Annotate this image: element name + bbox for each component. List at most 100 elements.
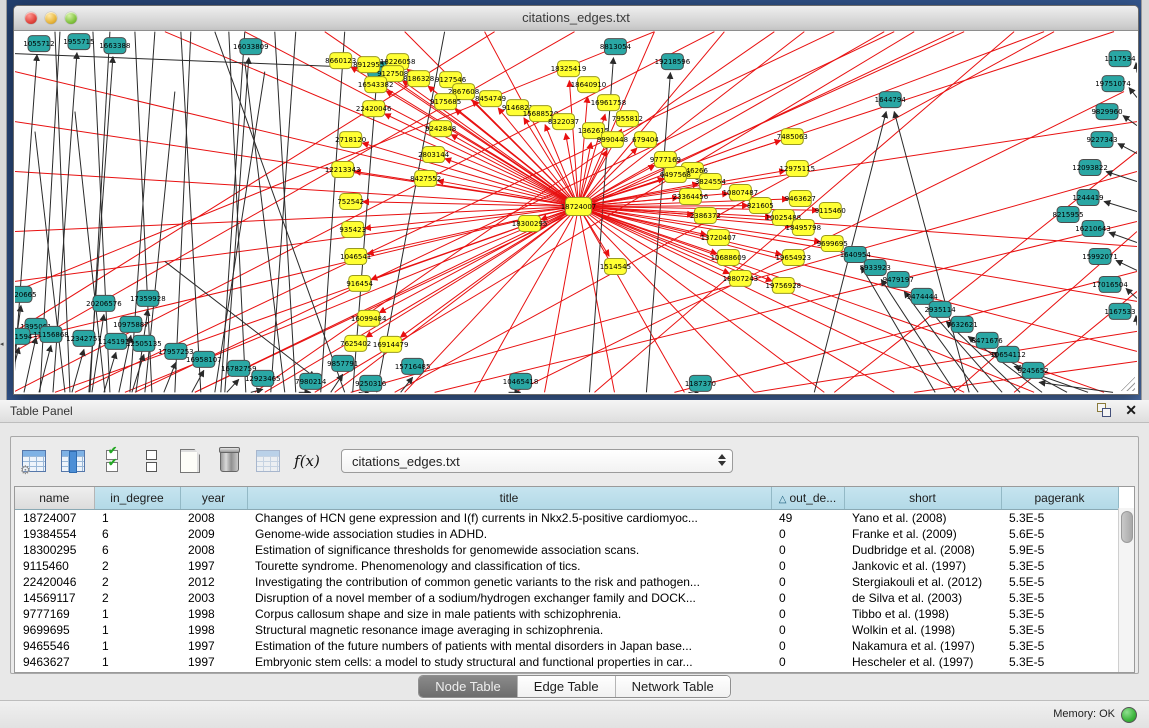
table-cell[interactable]: Stergiakouli et al. (2012) bbox=[844, 574, 1001, 590]
table-cell[interactable]: 9777169 bbox=[15, 606, 94, 622]
table-cell[interactable]: Structural magnetic resonance image aver… bbox=[247, 622, 771, 638]
splitter-collapse-icon[interactable]: ◂ bbox=[0, 340, 4, 348]
table-cell[interactable]: 5.3E-5 bbox=[1001, 638, 1118, 654]
table-cell[interactable]: 5.9E-5 bbox=[1001, 542, 1118, 558]
table-cell[interactable]: 9465546 bbox=[15, 638, 94, 654]
table-cell[interactable]: 0 bbox=[771, 558, 844, 574]
column-header-out_de[interactable]: △out_de... bbox=[771, 487, 844, 510]
table-cell[interactable]: 2008 bbox=[180, 510, 247, 527]
network-graph[interactable]: 1055712195571516633881603380978572248813… bbox=[15, 31, 1137, 393]
table-cell[interactable]: 9115460 bbox=[15, 558, 94, 574]
table-cell[interactable]: 5.5E-5 bbox=[1001, 574, 1118, 590]
new-table-button[interactable] bbox=[175, 446, 205, 476]
table-cell[interactable]: 2 bbox=[94, 574, 180, 590]
table-cell[interactable]: 49 bbox=[771, 510, 844, 527]
tab-edge-table[interactable]: Edge Table bbox=[518, 676, 616, 697]
table-cell[interactable]: 1 bbox=[94, 622, 180, 638]
table-cell[interactable]: Wolkin et al. (1998) bbox=[844, 622, 1001, 638]
network-canvas[interactable]: 1055712195571516633881603380978572248813… bbox=[15, 31, 1137, 393]
table-row[interactable]: 977716911998Corpus callosum shape and si… bbox=[15, 606, 1118, 622]
table-cell[interactable]: 18300295 bbox=[15, 542, 94, 558]
table-cell[interactable]: 2008 bbox=[180, 542, 247, 558]
table-row[interactable]: 1456911722003Disruption of a novel membe… bbox=[15, 590, 1118, 606]
table-cell[interactable]: 0 bbox=[771, 638, 844, 654]
table-row[interactable]: 946554611997Estimation of the future num… bbox=[15, 638, 1118, 654]
scrollbar-thumb[interactable] bbox=[1121, 511, 1133, 543]
table-cell[interactable]: 0 bbox=[771, 526, 844, 542]
table-cell[interactable]: Genome-wide association studies in ADHD. bbox=[247, 526, 771, 542]
table-cell[interactable]: 0 bbox=[771, 542, 844, 558]
table-cell[interactable]: 1998 bbox=[180, 606, 247, 622]
table-cell[interactable]: 9463627 bbox=[15, 654, 94, 670]
table-cell[interactable]: 2 bbox=[94, 590, 180, 606]
column-header-in_degree[interactable]: in_degree bbox=[94, 487, 180, 510]
table-cell[interactable]: 2003 bbox=[180, 590, 247, 606]
table-cell[interactable]: 5.3E-5 bbox=[1001, 558, 1118, 574]
table-row[interactable]: 969969511998Structural magnetic resonanc… bbox=[15, 622, 1118, 638]
table-cell[interactable]: 22420046 bbox=[15, 574, 94, 590]
table-cell[interactable]: 5.3E-5 bbox=[1001, 622, 1118, 638]
memory-status-indicator[interactable] bbox=[1121, 707, 1137, 723]
table-cell[interactable]: 5.3E-5 bbox=[1001, 590, 1118, 606]
table-cell[interactable]: 1997 bbox=[180, 638, 247, 654]
table-cell[interactable]: 6 bbox=[94, 526, 180, 542]
table-cell[interactable]: Franke et al. (2009) bbox=[844, 526, 1001, 542]
table-row[interactable]: 946362711997Embryonic stem cells: a mode… bbox=[15, 654, 1118, 670]
table-cell[interactable]: 5.3E-5 bbox=[1001, 510, 1118, 527]
table-settings-button[interactable]: ⚙ bbox=[19, 446, 49, 476]
table-cell[interactable]: Disruption of a novel member of a sodium… bbox=[247, 590, 771, 606]
table-cell[interactable]: Corpus callosum shape and size in male p… bbox=[247, 606, 771, 622]
table-cell[interactable]: 1 bbox=[94, 510, 180, 527]
table-cell[interactable]: 19384554 bbox=[15, 526, 94, 542]
table-cell[interactable]: 5.3E-5 bbox=[1001, 654, 1118, 670]
merge-cells-button[interactable] bbox=[136, 446, 166, 476]
table-cell[interactable]: 5.3E-5 bbox=[1001, 606, 1118, 622]
table-cell[interactable]: Tourette syndrome. Phenomenology and cla… bbox=[247, 558, 771, 574]
table-cell[interactable]: 1998 bbox=[180, 622, 247, 638]
table-cell[interactable]: 2 bbox=[94, 558, 180, 574]
column-header-pagerank[interactable]: pagerank bbox=[1001, 487, 1118, 510]
table-cell[interactable]: Yano et al. (2008) bbox=[844, 510, 1001, 527]
table-cell[interactable]: Estimation of the future numbers of pati… bbox=[247, 638, 771, 654]
table-cell[interactable]: 2012 bbox=[180, 574, 247, 590]
tab-network-table[interactable]: Network Table bbox=[616, 676, 730, 697]
table-cell[interactable]: 1 bbox=[94, 654, 180, 670]
table-cell[interactable]: Dudbridge et al. (2008) bbox=[844, 542, 1001, 558]
table-row[interactable]: 1938455462009Genome-wide association stu… bbox=[15, 526, 1118, 542]
network-window-titlebar[interactable]: citations_edges.txt bbox=[14, 6, 1138, 31]
column-header-name[interactable]: name bbox=[15, 487, 94, 510]
table-row[interactable]: 1872400712008Changes of HCN gene express… bbox=[15, 510, 1118, 527]
table-cell[interactable]: 0 bbox=[771, 622, 844, 638]
table-row[interactable]: 1830029562008Estimation of significance … bbox=[15, 542, 1118, 558]
table-cell[interactable]: 1 bbox=[94, 638, 180, 654]
table-vertical-scrollbar[interactable] bbox=[1118, 508, 1134, 672]
table-cell[interactable]: Nakamura et al. (1997) bbox=[844, 638, 1001, 654]
table-cell[interactable]: 0 bbox=[771, 654, 844, 670]
function-builder-button[interactable]: f(x) bbox=[292, 446, 322, 476]
tab-node-table[interactable]: Node Table bbox=[419, 676, 518, 697]
table-cell[interactable]: Hescheler et al. (1997) bbox=[844, 654, 1001, 670]
table-cell[interactable]: 1997 bbox=[180, 654, 247, 670]
table-cell[interactable]: 0 bbox=[771, 606, 844, 622]
table-cell[interactable]: Changes of HCN gene expression and I(f) … bbox=[247, 510, 771, 527]
table-cell[interactable]: Estimation of significance thresholds fo… bbox=[247, 542, 771, 558]
table-cell[interactable]: 2009 bbox=[180, 526, 247, 542]
table-cell[interactable]: 14569117 bbox=[15, 590, 94, 606]
table-cell[interactable]: Embryonic stem cells: a model to study s… bbox=[247, 654, 771, 670]
left-splitter[interactable]: ◂ bbox=[0, 0, 7, 400]
table-cell[interactable]: 9699695 bbox=[15, 622, 94, 638]
column-header-short[interactable]: short bbox=[844, 487, 1001, 510]
table-cell[interactable]: 0 bbox=[771, 590, 844, 606]
table-cell[interactable]: 1997 bbox=[180, 558, 247, 574]
table-select-dropdown[interactable]: citations_edges.txt bbox=[341, 449, 733, 473]
table-cell[interactable]: 5.6E-5 bbox=[1001, 526, 1118, 542]
table-row[interactable]: 2242004622012Investigating the contribut… bbox=[15, 574, 1118, 590]
table-cell[interactable]: 6 bbox=[94, 542, 180, 558]
float-panel-icon[interactable] bbox=[1097, 403, 1111, 417]
table-cell[interactable]: Investigating the contribution of common… bbox=[247, 574, 771, 590]
table-cell[interactable]: 18724007 bbox=[15, 510, 94, 527]
table-cell[interactable]: 0 bbox=[771, 574, 844, 590]
table-cell[interactable]: de Silva et al. (2003) bbox=[844, 590, 1001, 606]
table-cell[interactable]: Tibbo et al. (1998) bbox=[844, 606, 1001, 622]
delete-table-button[interactable] bbox=[214, 446, 244, 476]
